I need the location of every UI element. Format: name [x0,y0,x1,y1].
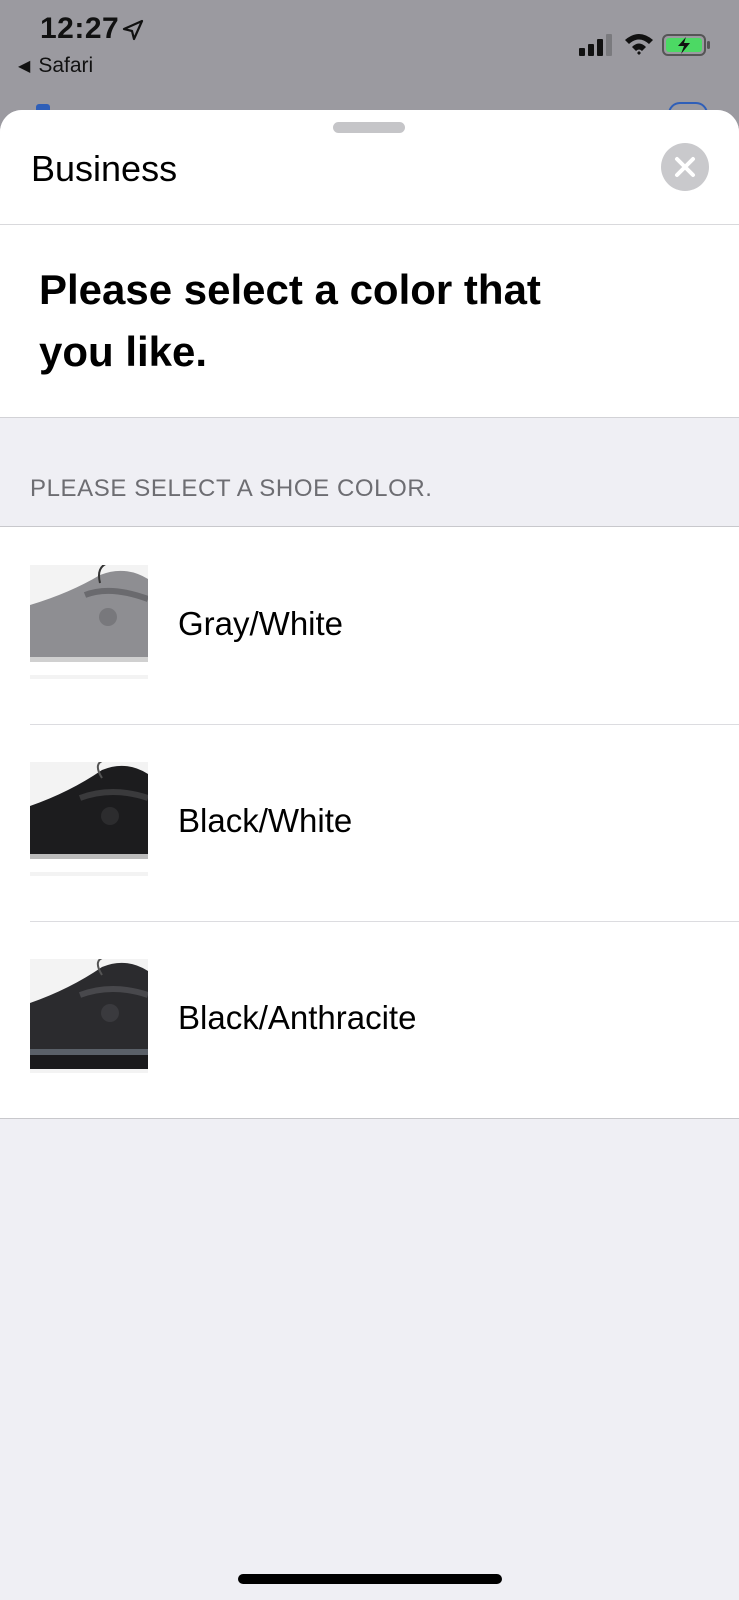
color-option-black-white[interactable]: Black/White [0,724,739,921]
option-label: Black/White [178,802,353,839]
black-white-shoe-image [30,762,148,876]
cellular-signal-icon [579,34,612,56]
close-icon [675,157,695,177]
home-indicator[interactable] [238,1574,502,1584]
wifi-icon [625,34,653,55]
option-label: Black/Anthracite [178,999,417,1036]
back-app-label: Safari [38,54,94,77]
battery-charging-icon [662,34,710,56]
sheet-grabber[interactable] [333,122,405,133]
section-header: PLEASE SELECT A SHOE COLOR. [30,475,433,502]
prompt-card: Please select a color that you like. [0,225,739,418]
close-button[interactable] [661,143,709,191]
option-label: Gray/White [178,605,344,642]
status-time: 12:27 [40,12,120,45]
bottom-sheet: Business Please select a color that you … [0,110,739,1600]
black-anthracite-shoe-image [30,959,148,1073]
status-bar: 12:27 ◀ Safari [0,0,739,114]
location-arrow-icon [122,19,144,41]
gray-white-shoe-image [30,565,148,679]
prompt-text: Please select a color that you like. [39,266,541,375]
back-triangle-icon: ◀ [18,58,31,75]
color-option-black-anthracite[interactable]: Black/Anthracite [0,921,739,1118]
color-options-list: Gray/White Black/White Black/Anthracite [0,526,739,1119]
back-to-app-link[interactable]: ◀ Safari [18,54,93,78]
color-option-gray-white[interactable]: Gray/White [0,527,739,724]
sheet-title: Business [31,148,178,189]
